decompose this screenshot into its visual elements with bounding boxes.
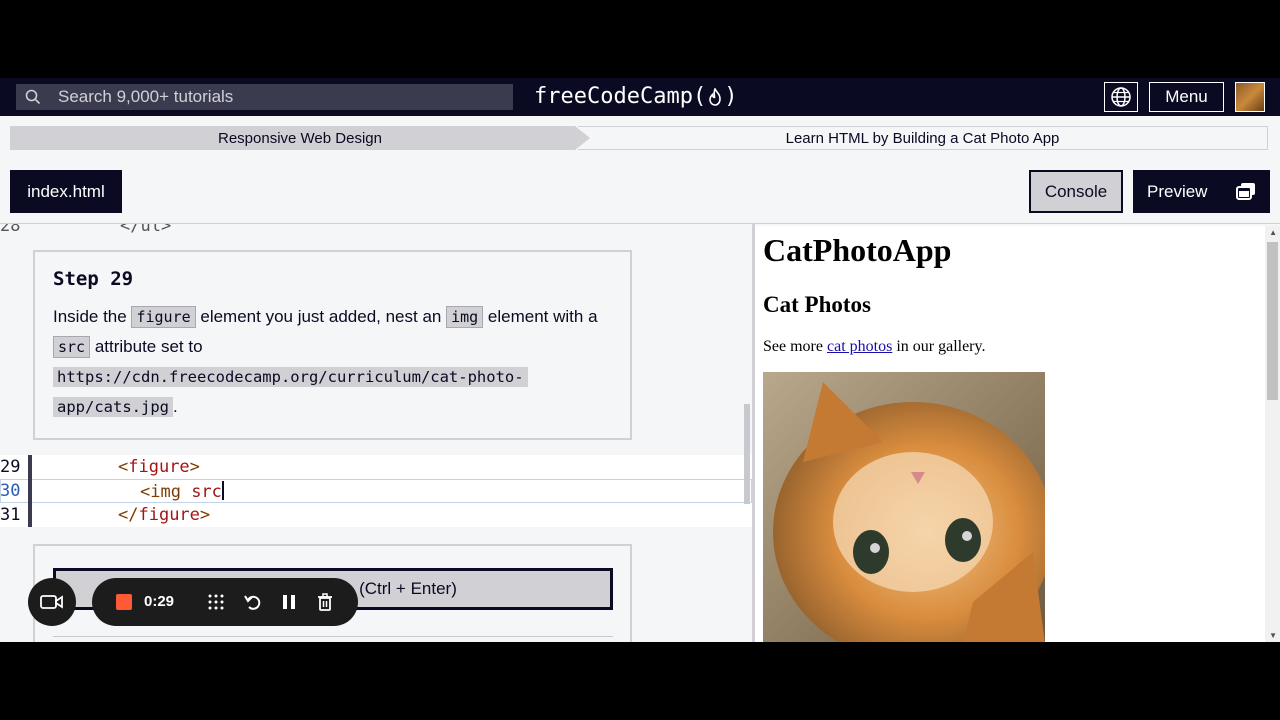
recording-controls: 0:29 — [92, 578, 358, 626]
breadcrumb-project[interactable]: Learn HTML by Building a Cat Photo App — [578, 126, 1268, 150]
code-line-31[interactable]: 31 </figure> — [0, 503, 752, 527]
flame-icon — [709, 87, 721, 106]
breadcrumb-course[interactable]: Responsive Web Design — [10, 126, 590, 150]
preview-pane: CatPhotoApp Cat Photos See more cat phot… — [755, 226, 1280, 642]
code-src: src — [53, 336, 91, 358]
breadcrumb: Responsive Web Design Learn HTML by Buil… — [10, 126, 1268, 150]
tag-open: < — [118, 457, 129, 477]
line-number: 30 — [0, 481, 21, 501]
text-cursor — [221, 481, 224, 500]
top-navbar: Search 9,000+ tutorials freeCodeCamp( ) … — [0, 78, 1280, 116]
logo-text-left: freeCodeCamp( — [534, 84, 707, 109]
popout-icon — [1236, 183, 1255, 200]
restart-icon[interactable] — [243, 592, 263, 612]
user-avatar[interactable] — [1235, 82, 1265, 112]
scroll-down-icon[interactable]: ▼ — [1269, 631, 1277, 640]
code-line-29[interactable]: 29 <figure> — [0, 455, 752, 479]
screen: Search 9,000+ tutorials freeCodeCamp( ) … — [0, 0, 1280, 720]
line-number: 28 — [0, 224, 21, 236]
tag-open: </ — [118, 505, 139, 525]
editable-gutter — [28, 503, 32, 527]
cat-photo-illustration — [763, 372, 1045, 642]
attr-name: src — [191, 482, 222, 502]
preview-scrollbar[interactable]: ▲ ▼ — [1265, 226, 1280, 642]
tag-open: <img — [140, 482, 192, 502]
preview-button[interactable]: Preview — [1133, 170, 1270, 213]
step-text-5: . — [172, 397, 178, 416]
recording-time: 0:29 — [144, 593, 175, 610]
line-text: </ul> — [120, 224, 172, 236]
globe-icon — [1111, 87, 1131, 107]
tag-close: > — [199, 505, 211, 525]
editor-scrollbar[interactable] — [744, 404, 750, 504]
preview-button-label: Preview — [1147, 181, 1208, 201]
video-camera-icon — [40, 595, 63, 609]
line-text: <img src — [140, 481, 224, 502]
menu-button[interactable]: Menu — [1149, 82, 1224, 112]
code-url-1: https://cdn.freecodecamp.org/curriculum/… — [53, 367, 528, 387]
file-tab-index-html[interactable]: index.html — [10, 170, 122, 213]
preview-heading: CatPhotoApp — [763, 232, 952, 268]
preview-paragraph: See more cat photos in our gallery. — [763, 338, 985, 356]
code-line-30[interactable]: 30 <img src — [0, 479, 752, 503]
search-placeholder: Search 9,000+ tutorials — [58, 87, 234, 106]
pause-icon[interactable] — [279, 592, 299, 612]
cat-photo — [763, 372, 1045, 642]
preview-text: in our gallery. — [892, 338, 986, 355]
stop-recording-button[interactable] — [116, 594, 132, 610]
line-text: <figure> — [118, 457, 200, 477]
scroll-thumb[interactable] — [1267, 242, 1278, 400]
search-icon — [25, 89, 41, 105]
step-text-4: attribute set to — [90, 337, 203, 356]
step-instructions: Step 29 Inside the figure element you ju… — [33, 250, 632, 440]
challenge-app: Responsive Web Design Learn HTML by Buil… — [0, 116, 1280, 642]
cat-photos-link[interactable]: cat photos — [827, 338, 892, 355]
check-code-label: (Ctrl + Enter) — [359, 579, 457, 598]
line-number: 29 — [0, 457, 21, 477]
code-img: img — [446, 306, 484, 328]
step-title: Step 29 — [53, 268, 134, 290]
fcc-logo[interactable]: freeCodeCamp( ) — [534, 84, 737, 109]
tag-name: figure — [138, 505, 200, 525]
divider — [53, 636, 613, 637]
search-bar[interactable]: Search 9,000+ tutorials — [16, 84, 513, 110]
console-button[interactable]: Console — [1029, 170, 1123, 213]
code-figure: figure — [131, 306, 196, 328]
line-number: 31 — [0, 505, 21, 525]
preview-text: See more — [763, 338, 827, 355]
editable-gutter — [28, 455, 32, 479]
trash-icon[interactable] — [315, 592, 335, 612]
preview-subheading: Cat Photos — [763, 292, 871, 317]
step-text-2: element you just added, nest an — [195, 307, 447, 326]
editable-gutter — [28, 479, 32, 503]
logo-text-right: ) — [724, 84, 738, 109]
step-description: Inside the figure element you just added… — [53, 302, 612, 422]
code-url-2: app/cats.jpg — [53, 397, 173, 417]
language-button[interactable] — [1104, 82, 1138, 112]
camera-toggle-button[interactable] — [28, 578, 76, 626]
drag-handle-icon[interactable] — [206, 592, 226, 612]
scroll-up-icon[interactable]: ▲ — [1269, 228, 1277, 237]
step-text-1: Inside the — [53, 307, 132, 326]
line-text: </figure> — [118, 505, 210, 525]
editable-code-region[interactable]: 29 <figure> 30 <img src 31 </figure> — [0, 455, 752, 527]
tag-close: > — [189, 457, 200, 477]
step-text-3: element with a — [483, 307, 598, 326]
tag-name: figure — [128, 457, 190, 477]
